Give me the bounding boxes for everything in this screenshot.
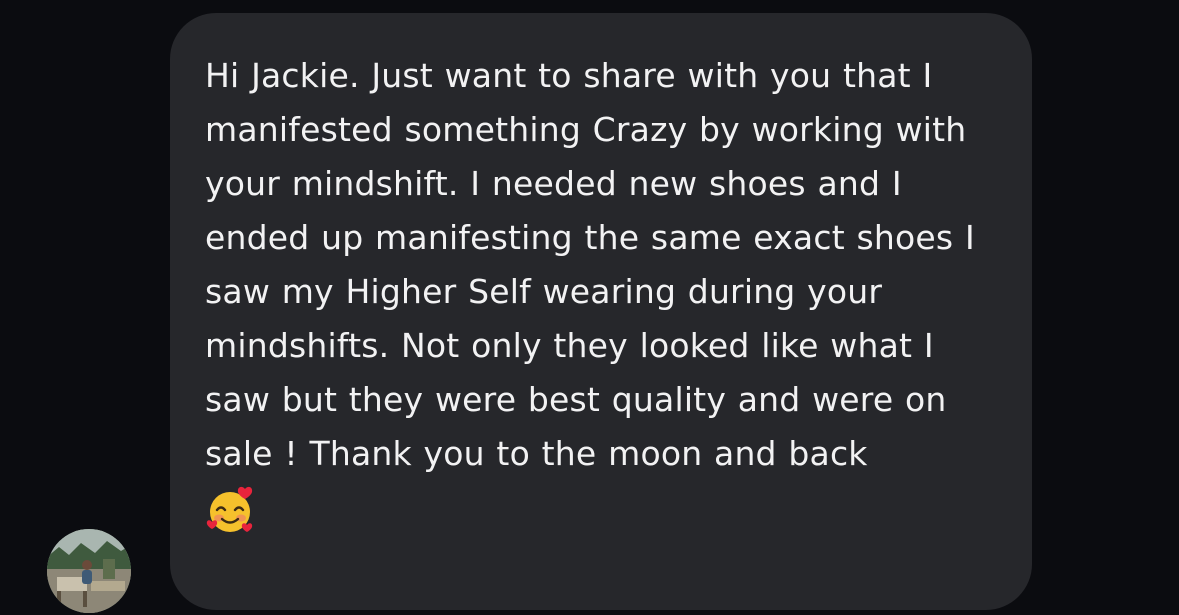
profile-photo-icon	[47, 529, 131, 613]
message-text: Hi Jackie. Just want to share with you t…	[205, 56, 975, 473]
chat-screen: Hi Jackie. Just want to share with you t…	[0, 0, 1179, 615]
sender-avatar[interactable]	[47, 529, 131, 613]
message-bubble[interactable]: Hi Jackie. Just want to share with you t…	[170, 13, 1032, 610]
smiling-face-with-hearts-icon	[205, 485, 257, 537]
